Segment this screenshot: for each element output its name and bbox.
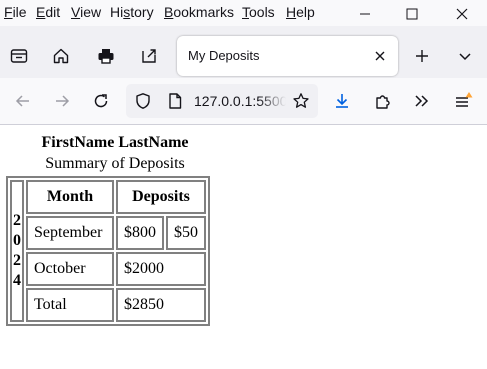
home-icon xyxy=(53,48,69,64)
table-header-row: 2 0 2 4 Month Deposits xyxy=(10,180,206,322)
deposit-cell: $2000 xyxy=(116,252,206,286)
print-icon xyxy=(98,49,114,64)
tracking-protection-button[interactable] xyxy=(134,92,152,110)
deposits-table: 2 0 2 4 Month Deposits September $800 $5… xyxy=(6,176,210,326)
arrow-right-icon xyxy=(56,95,70,107)
forward-button[interactable] xyxy=(46,85,78,117)
shield-icon xyxy=(136,93,150,109)
plus-icon xyxy=(416,50,428,62)
menu-view[interactable]: View xyxy=(71,4,101,20)
page-subtitle: Summary of Deposits xyxy=(45,155,185,172)
year-cell: 2 0 2 4 xyxy=(10,180,24,322)
deposit-cell: $800 xyxy=(116,216,164,250)
reload-icon xyxy=(94,94,108,108)
year-digit: 4 xyxy=(13,272,21,289)
reload-button[interactable] xyxy=(85,85,117,117)
back-button[interactable] xyxy=(7,85,39,117)
close-icon xyxy=(375,51,385,61)
overflow-menu-button[interactable] xyxy=(406,85,438,117)
bookmark-star-button[interactable] xyxy=(285,85,317,117)
minimize-icon xyxy=(360,13,370,15)
year-digit: 0 xyxy=(13,232,21,249)
new-tab-button[interactable] xyxy=(406,40,438,72)
year-digit: 2 xyxy=(13,252,21,269)
url-text[interactable]: 127.0.0.1:5500 xyxy=(194,93,286,109)
share-icon xyxy=(142,49,156,63)
hamburger-menu-icon xyxy=(456,92,473,107)
menu-edit[interactable]: Edit xyxy=(36,4,60,20)
firefox-view-icon xyxy=(10,49,28,63)
menu-tools[interactable]: Tools xyxy=(242,4,275,20)
home-button[interactable] xyxy=(45,40,77,72)
app-menu-button[interactable] xyxy=(447,85,479,117)
double-chevron-right-icon xyxy=(415,95,429,107)
maximize-icon xyxy=(406,8,418,20)
firefox-view-button[interactable] xyxy=(3,40,35,72)
page-content: FirstName LastName Summary of Deposits 2… xyxy=(0,125,487,369)
arrow-left-icon xyxy=(15,95,29,107)
close-tab-button[interactable] xyxy=(370,46,390,66)
list-all-tabs-button[interactable] xyxy=(449,40,481,72)
table-row: September $800 $50 xyxy=(10,216,206,250)
tab-title: My Deposits xyxy=(188,48,260,63)
close-icon xyxy=(456,8,468,20)
site-info-button[interactable] xyxy=(166,92,184,110)
page-icon xyxy=(169,93,182,109)
update-badge-icon xyxy=(465,92,473,98)
menu-file[interactable]: File xyxy=(4,4,27,20)
download-icon xyxy=(336,94,348,108)
star-icon xyxy=(293,93,309,108)
table-row: October $2000 xyxy=(10,252,206,286)
chevron-down-icon xyxy=(459,53,471,61)
extensions-button[interactable] xyxy=(367,85,399,117)
menu-bar: File Edit View History Bookmarks Tools H… xyxy=(0,0,487,26)
total-value-cell: $2850 xyxy=(116,288,206,322)
menu-help[interactable]: Help xyxy=(286,4,315,20)
share-button[interactable] xyxy=(133,40,165,72)
minimize-button[interactable] xyxy=(354,3,376,25)
month-cell: September xyxy=(26,216,114,250)
downloads-button[interactable] xyxy=(326,85,358,117)
deposit-cell: $50 xyxy=(166,216,206,250)
total-label-cell: Total xyxy=(26,288,114,322)
year-digit: 2 xyxy=(13,212,21,229)
close-window-button[interactable] xyxy=(451,3,473,25)
tab-my-deposits[interactable]: My Deposits xyxy=(177,36,398,76)
maximize-button[interactable] xyxy=(401,3,423,25)
menu-history[interactable]: History xyxy=(110,4,154,20)
month-cell: October xyxy=(26,252,114,286)
table-row: Total $2850 xyxy=(10,288,206,322)
person-name: FirstName LastName xyxy=(41,134,189,151)
deposits-header: Deposits xyxy=(116,180,206,214)
month-header: Month xyxy=(26,180,114,214)
menu-bookmarks[interactable]: Bookmarks xyxy=(164,4,234,20)
puzzle-icon xyxy=(376,95,390,109)
print-button[interactable] xyxy=(90,40,122,72)
